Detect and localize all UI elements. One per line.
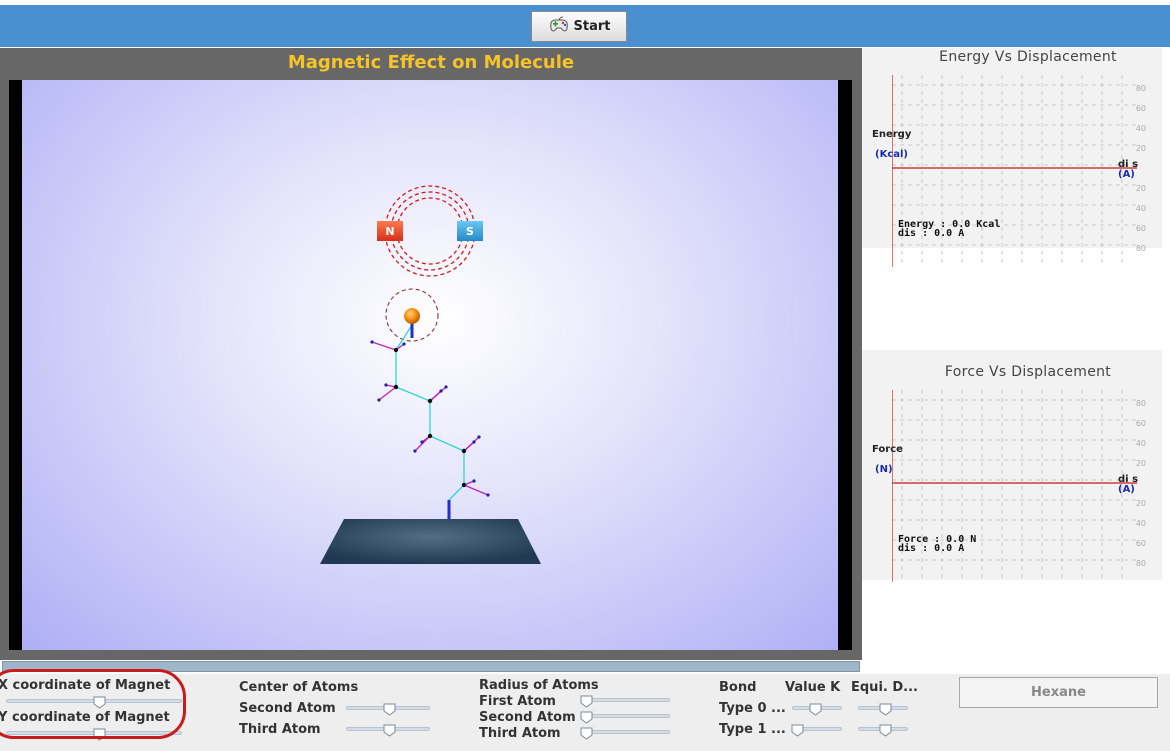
center-atoms-label: Center of Atoms: [239, 680, 359, 695]
magnetic-field-rings: [384, 185, 476, 342]
force-ylabel: Force: [872, 444, 903, 455]
force-readout-dis: dis : 0.0 A: [898, 543, 965, 554]
molecule[interactable]: [370, 323, 490, 520]
gamepad-icon: [548, 16, 570, 38]
force-readout: Force : 0.0 N dis : 0.0 A: [898, 535, 976, 554]
third-atom-slider-thumb[interactable]: [383, 722, 396, 737]
radius-first-atom-slider-track[interactable]: [582, 698, 670, 702]
energy-readout: Energy : 0.0 Kcal dis : 0.0 A: [898, 220, 1000, 239]
energy-graph-plot: [891, 75, 1150, 274]
energy-grid: [891, 75, 1137, 267]
radius-second-atom-slider-thumb[interactable]: [580, 709, 593, 724]
force-yunit: (N): [875, 464, 893, 475]
hexane-button[interactable]: Hexane: [959, 677, 1158, 708]
radius-third-atom-slider-thumb[interactable]: [580, 725, 593, 740]
type0-d-slider-thumb[interactable]: [879, 701, 892, 716]
magnet-south-pole[interactable]: S: [457, 221, 483, 241]
second-atom-label: Second Atom: [239, 701, 336, 716]
energy-ticks: 80 60 40 20 20 40 60 80: [1135, 84, 1146, 253]
energy-readout-dis: dis : 0.0 A: [898, 228, 965, 239]
force-ticks: 80 60 40 20 20 40 60 80: [1135, 399, 1146, 568]
type1-label: Type 1 ...: [719, 722, 786, 737]
energy-graph-title: Energy Vs Displacement: [939, 49, 1117, 65]
force-graph-title: Force Vs Displacement: [944, 364, 1112, 380]
type0-label: Type 0 ...: [719, 701, 786, 716]
start-label: Start: [573, 19, 611, 34]
third-atom-label: Third Atom: [239, 722, 321, 737]
type1-d-slider-thumb[interactable]: [879, 722, 892, 737]
second-atom-slider-thumb[interactable]: [383, 701, 396, 716]
radius-third-atom-label: Third Atom: [479, 726, 561, 741]
radius-first-atom-label: First Atom: [479, 694, 556, 709]
simulation-stage[interactable]: N S: [22, 80, 838, 650]
radius-third-atom-slider-track[interactable]: [582, 730, 670, 734]
energy-ylabel: Energy: [872, 129, 912, 140]
probe-atom[interactable]: [404, 308, 420, 324]
radius-second-atom-slider-track[interactable]: [582, 714, 670, 718]
radius-first-atom-slider-thumb[interactable]: [580, 693, 593, 708]
stage-title: Magnetic Effect on Molecule: [287, 52, 575, 73]
south-label: S: [466, 224, 474, 238]
north-label: N: [385, 224, 395, 238]
value-k-label: Value K: [785, 680, 841, 695]
radius-second-atom-label: Second Atom: [479, 710, 576, 725]
force-graph-plot: [891, 390, 1150, 589]
magnet-north-pole[interactable]: N: [377, 221, 403, 241]
bond-label: Bond: [719, 680, 757, 695]
type1-k-slider-thumb[interactable]: [791, 722, 804, 737]
radius-atoms-label: Radius of Atoms: [479, 678, 599, 693]
equi-d-label: Equi. D...: [851, 680, 918, 695]
type0-k-slider-thumb[interactable]: [809, 701, 822, 716]
force-grid: [891, 390, 1137, 582]
energy-yunit: (Kcal): [875, 149, 908, 160]
start-button[interactable]: Start: [531, 11, 627, 42]
base-plate: [320, 519, 541, 564]
highlight-annotation: [0, 669, 186, 739]
